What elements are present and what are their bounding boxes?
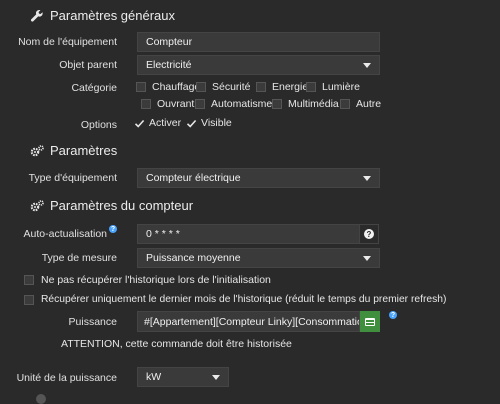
category-energie-label: Energie	[272, 81, 309, 93]
measure-type-select[interactable]: Puissance moyenne	[137, 248, 380, 268]
checkbox[interactable]	[141, 99, 151, 109]
category-lumiere-label: Lumière	[322, 81, 360, 93]
checkbox[interactable]	[24, 294, 34, 305]
equipment-name-value: Compteur	[146, 36, 193, 48]
category-autre[interactable]: Autre	[340, 98, 381, 110]
category-lumiere[interactable]: Lumière	[306, 81, 360, 93]
category-ouvrant-label: Ouvrant	[157, 98, 195, 110]
category-ouvrant[interactable]: Ouvrant	[141, 98, 194, 110]
category-energie[interactable]: Energie	[256, 81, 308, 93]
option-visible-label: Visible	[201, 117, 232, 129]
option-visible[interactable]: Visible	[186, 117, 232, 129]
auto-refresh-label: Auto-actualisation	[23, 228, 107, 240]
checkbox[interactable]	[195, 99, 205, 109]
power-command-input[interactable]: #[Appartement][Compteur Linky][Consommat…	[137, 311, 360, 332]
category-multimedia[interactable]: Multimédia	[272, 98, 339, 110]
meter-title-text: Paramètres du compteur	[50, 198, 194, 213]
checkmark-icon[interactable]	[186, 118, 197, 129]
chevron-down-icon	[363, 62, 371, 68]
category-multimedia-label: Multimédia	[288, 98, 339, 110]
params-section-title: Paramètres	[30, 143, 117, 158]
equipment-type-select[interactable]: Compteur électrique	[137, 168, 380, 188]
list-icon	[365, 317, 375, 326]
power-unit-label: Unité de la puissance	[16, 372, 117, 384]
category-autre-label: Autre	[356, 98, 382, 110]
category-label: Catégorie	[71, 82, 117, 94]
checkbox[interactable]	[136, 82, 146, 92]
gears-icon	[30, 144, 44, 156]
last-month-label: Récupérer uniquement le dernier mois de …	[41, 294, 447, 305]
no-history-option[interactable]: Ne pas récupérer l'historique lors de l'…	[24, 274, 271, 286]
no-history-label: Ne pas récupérer l'historique lors de l'…	[41, 274, 271, 286]
auto-refresh-input[interactable]: 0 * * * *	[137, 224, 360, 244]
parent-object-value: Electricité	[146, 59, 192, 71]
general-title-text: Paramètres généraux	[50, 8, 176, 23]
measure-type-label: Type de mesure	[41, 252, 117, 264]
last-month-option[interactable]: Récupérer uniquement le dernier mois de …	[24, 294, 446, 305]
checkbox[interactable]	[306, 82, 316, 92]
help-icon[interactable]: ?	[389, 311, 397, 319]
chevron-down-icon	[212, 374, 220, 380]
general-section-title: Paramètres généraux	[30, 8, 175, 23]
equipment-type-value: Compteur électrique	[146, 172, 241, 184]
power-command-value: #[Appartement][Compteur Linky][Consommat…	[144, 315, 360, 328]
equipment-name-label: Nom de l'équipement	[18, 36, 117, 48]
meter-section-title: Paramètres du compteur	[30, 198, 193, 213]
wrench-icon	[30, 9, 43, 22]
equipment-type-label: Type d'équipement	[28, 172, 117, 184]
power-label: Puissance	[68, 316, 117, 328]
select-command-button[interactable]	[360, 311, 380, 332]
checkbox[interactable]	[340, 99, 350, 109]
help-icon[interactable]: ?	[109, 225, 117, 233]
chevron-down-icon	[363, 175, 371, 181]
checkbox[interactable]	[24, 275, 34, 285]
chevron-down-icon	[363, 255, 371, 261]
category-chauffage-label: Chauffage	[152, 81, 201, 93]
gears-icon	[30, 199, 44, 211]
category-automatisme-label: Automatisme	[211, 98, 273, 110]
category-automatisme[interactable]: Automatisme	[195, 98, 272, 110]
checkbox[interactable]	[256, 82, 266, 92]
measure-type-value: Puissance moyenne	[146, 252, 241, 264]
checkmark-icon[interactable]	[134, 118, 145, 129]
parent-object-label: Objet parent	[59, 59, 117, 71]
question-icon: ?	[364, 229, 374, 239]
category-chauffage[interactable]: Chauffage	[136, 81, 200, 93]
category-securite-label: Sécurité	[212, 81, 251, 93]
option-activer-label: Activer	[149, 117, 182, 129]
category-securite[interactable]: Sécurité	[196, 81, 251, 93]
cron-help-button[interactable]: ?	[359, 224, 379, 244]
power-unit-select[interactable]: kW	[137, 367, 229, 387]
option-activer[interactable]: Activer	[134, 117, 181, 129]
partial-section-icon	[36, 394, 46, 404]
params-title-text: Paramètres	[50, 143, 118, 158]
checkbox[interactable]	[272, 99, 282, 109]
parent-object-select[interactable]: Electricité	[137, 55, 380, 75]
power-unit-value: kW	[146, 371, 162, 383]
options-label: Options	[80, 119, 117, 131]
auto-refresh-value: 0 * * * *	[146, 228, 180, 240]
checkbox[interactable]	[196, 82, 206, 92]
equipment-name-field[interactable]: Compteur	[137, 32, 380, 52]
history-warning: ATTENTION, cette commande doit être hist…	[61, 338, 292, 350]
